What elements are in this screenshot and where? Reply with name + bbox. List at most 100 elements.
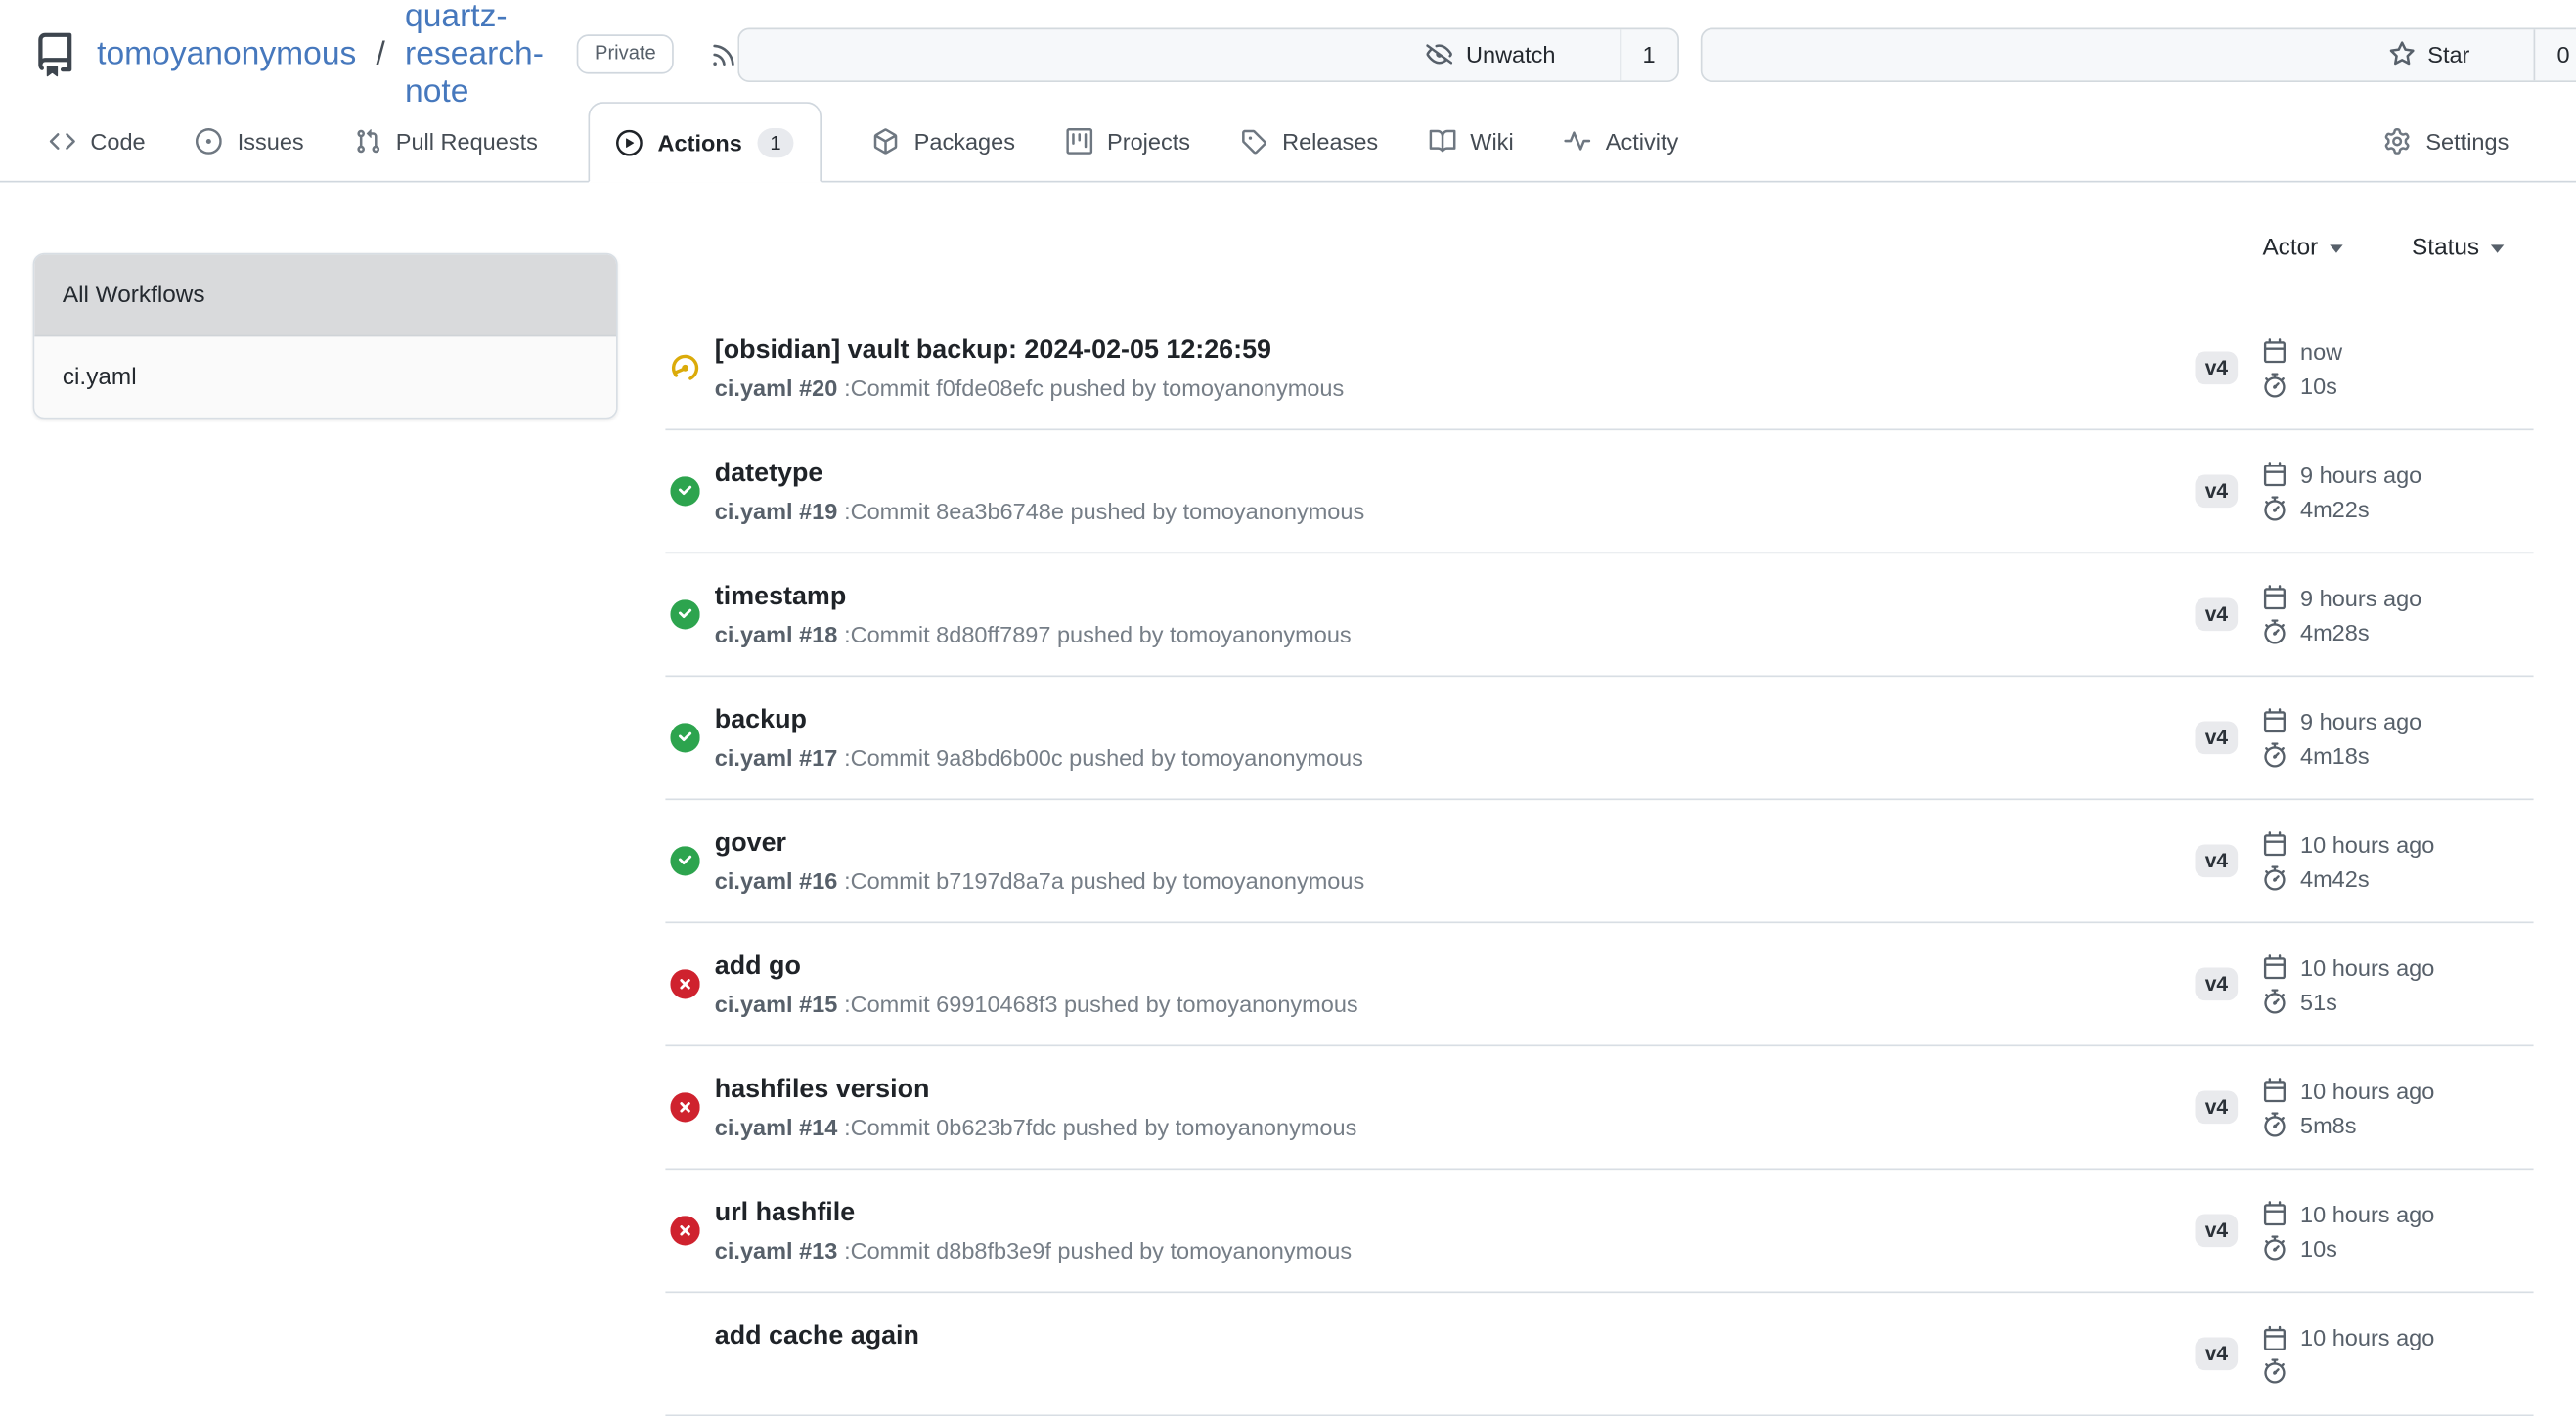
run-subtitle: ci.yaml #18:Commit 8d80ff7897 pushed by … bbox=[715, 619, 1352, 648]
run-meta: v4 10 hours ago 10s bbox=[2196, 1200, 2534, 1261]
run-workflow-ref[interactable]: ci.yaml #20 bbox=[715, 374, 838, 400]
branch-badge[interactable]: v4 bbox=[2196, 1215, 2239, 1248]
run-title-link[interactable]: hashfiles version bbox=[715, 1074, 1357, 1107]
run-subtitle: ci.yaml #14:Commit 0b623b7fdc pushed by … bbox=[715, 1112, 1357, 1141]
run-title-link[interactable]: url hashfile bbox=[715, 1197, 1352, 1230]
run-workflow-ref[interactable]: ci.yaml #17 bbox=[715, 743, 838, 770]
watchers-count[interactable]: 1 bbox=[1620, 28, 1676, 79]
tab-activity[interactable]: Activity bbox=[1565, 102, 1678, 181]
pull-request-icon bbox=[355, 128, 381, 155]
run-duration-text: 4m18s bbox=[2300, 742, 2370, 769]
tab-code[interactable]: Code bbox=[49, 102, 145, 181]
project-icon bbox=[1066, 128, 1092, 155]
run-subtitle: ci.yaml #20:Commit f0fde08efc pushed by … bbox=[715, 373, 1344, 402]
branch-badge[interactable]: v4 bbox=[2196, 475, 2239, 509]
tab-actions[interactable]: Actions 1 bbox=[589, 102, 822, 182]
calendar-icon bbox=[2262, 954, 2287, 979]
actions-count-badge: 1 bbox=[757, 127, 794, 156]
run-status-icon bbox=[670, 476, 699, 506]
run-duration: 4m42s bbox=[2262, 865, 2533, 892]
run-title-link[interactable]: add cache again bbox=[715, 1320, 919, 1353]
run-title-link[interactable]: backup bbox=[715, 704, 1363, 737]
run-time-block: 10 hours ago 10s bbox=[2262, 1200, 2533, 1261]
run-workflow-ref[interactable]: ci.yaml #18 bbox=[715, 620, 838, 646]
run-workflow-ref[interactable]: ci.yaml #13 bbox=[715, 1236, 838, 1262]
run-time-text: 9 hours ago bbox=[2300, 707, 2421, 733]
run-workflow-ref[interactable]: ci.yaml #14 bbox=[715, 1113, 838, 1139]
workflow-run-row: add go ci.yaml #15:Commit 69910468f3 pus… bbox=[665, 923, 2533, 1046]
tab-packages[interactable]: Packages bbox=[873, 102, 1015, 181]
stopwatch-icon bbox=[2262, 619, 2287, 643]
calendar-icon bbox=[2262, 1201, 2287, 1225]
repo-name-link[interactable]: quartz-research-note bbox=[405, 0, 544, 111]
tab-wiki[interactable]: Wiki bbox=[1429, 102, 1513, 181]
repo-owner-link[interactable]: tomoyanonymous bbox=[97, 35, 356, 73]
unwatch-button-main[interactable]: Unwatch bbox=[1405, 28, 1577, 79]
run-time-block: 9 hours ago 4m28s bbox=[2262, 584, 2533, 644]
run-title-link[interactable]: [obsidian] vault backup: 2024-02-05 12:2… bbox=[715, 334, 1344, 368]
stopwatch-icon bbox=[2262, 373, 2287, 397]
star-button[interactable]: Star 0 bbox=[1700, 27, 2576, 81]
stars-count[interactable]: 0 bbox=[2534, 28, 2576, 79]
run-title-link[interactable]: add go bbox=[715, 951, 1358, 984]
tab-pull-requests[interactable]: Pull Requests bbox=[355, 102, 538, 181]
branch-badge[interactable]: v4 bbox=[2196, 1091, 2239, 1125]
run-title-link[interactable]: datetype bbox=[715, 458, 1364, 491]
tab-settings[interactable]: Settings bbox=[2384, 102, 2509, 181]
eye-closed-icon bbox=[1427, 41, 1453, 67]
failure-x-icon bbox=[670, 1216, 699, 1245]
breadcrumb-separator: / bbox=[377, 35, 385, 73]
tab-issues[interactable]: Issues bbox=[197, 102, 304, 181]
tab-releases[interactable]: Releases bbox=[1241, 102, 1378, 181]
runs-panel: Actor Status bbox=[665, 225, 2533, 1416]
branch-badge[interactable]: v4 bbox=[2196, 845, 2239, 878]
run-subtitle: ci.yaml #16:Commit b7197d8a7a pushed by … bbox=[715, 865, 1364, 895]
github-actions-page: tomoyanonymous / quartz-research-note Pr… bbox=[0, 0, 2576, 1353]
star-icon bbox=[2388, 41, 2415, 67]
run-subtitle: ci.yaml #17:Commit 9a8bd6b00c pushed by … bbox=[715, 742, 1363, 772]
run-status-icon bbox=[670, 1092, 699, 1122]
run-duration: 4m18s bbox=[2262, 742, 2533, 769]
run-status-icon bbox=[670, 1216, 699, 1245]
run-duration: 5m8s bbox=[2262, 1112, 2533, 1138]
run-time-block: now 10s bbox=[2262, 337, 2533, 398]
issue-opened-icon bbox=[197, 128, 223, 155]
run-workflow-ref[interactable]: ci.yaml #19 bbox=[715, 497, 838, 523]
run-title-link[interactable]: gover bbox=[715, 827, 1364, 861]
branch-badge[interactable]: v4 bbox=[2196, 968, 2239, 1001]
calendar-icon bbox=[2262, 831, 2287, 856]
branch-badge[interactable]: v4 bbox=[2196, 352, 2239, 385]
run-duration-text: 10s bbox=[2300, 373, 2337, 399]
actor-filter-dropdown[interactable]: Actor bbox=[2262, 235, 2342, 261]
run-workflow-ref[interactable]: ci.yaml #15 bbox=[715, 990, 838, 1016]
star-button-main[interactable]: Star bbox=[2367, 28, 2491, 79]
run-meta: v4 9 hours ago 4m22s bbox=[2196, 461, 2534, 521]
play-icon bbox=[617, 129, 644, 155]
run-start-time: 10 hours ago bbox=[2262, 1077, 2533, 1103]
unwatch-label: Unwatch bbox=[1466, 41, 1556, 67]
branch-badge[interactable]: v4 bbox=[2196, 598, 2239, 632]
run-status-icon bbox=[670, 846, 699, 875]
tab-settings-label: Settings bbox=[2425, 128, 2509, 155]
run-commit-desc: :Commit d8b8fb3e9f pushed by tomoyanonym… bbox=[844, 1236, 1352, 1262]
run-title-link[interactable]: timestamp bbox=[715, 581, 1352, 614]
branch-badge[interactable]: v4 bbox=[2196, 1338, 2239, 1371]
run-duration-text: 4m42s bbox=[2300, 865, 2370, 892]
tab-releases-label: Releases bbox=[1282, 128, 1378, 155]
unwatch-button[interactable]: Unwatch 1 bbox=[738, 27, 1678, 81]
stopwatch-icon bbox=[2262, 865, 2287, 890]
chevron-down-icon bbox=[2491, 243, 2504, 251]
branch-badge[interactable]: v4 bbox=[2196, 722, 2239, 755]
tab-projects-label: Projects bbox=[1107, 128, 1190, 155]
status-filter-dropdown[interactable]: Status bbox=[2412, 235, 2504, 261]
run-summary: timestamp ci.yaml #18:Commit 8d80ff7897 … bbox=[715, 581, 1352, 648]
tab-projects[interactable]: Projects bbox=[1066, 102, 1190, 181]
calendar-icon bbox=[2262, 1325, 2287, 1350]
run-time-text: 10 hours ago bbox=[2300, 953, 2434, 980]
run-start-time: 10 hours ago bbox=[2262, 1200, 2533, 1226]
sidebar-item-ci-yaml[interactable]: ci.yaml bbox=[34, 336, 616, 417]
workflow-run-row: timestamp ci.yaml #18:Commit 8d80ff7897 … bbox=[665, 553, 2533, 677]
sidebar-item-all-workflows[interactable]: All Workflows bbox=[34, 254, 616, 336]
run-duration bbox=[2262, 1358, 2533, 1383]
run-workflow-ref[interactable]: ci.yaml #16 bbox=[715, 866, 838, 893]
